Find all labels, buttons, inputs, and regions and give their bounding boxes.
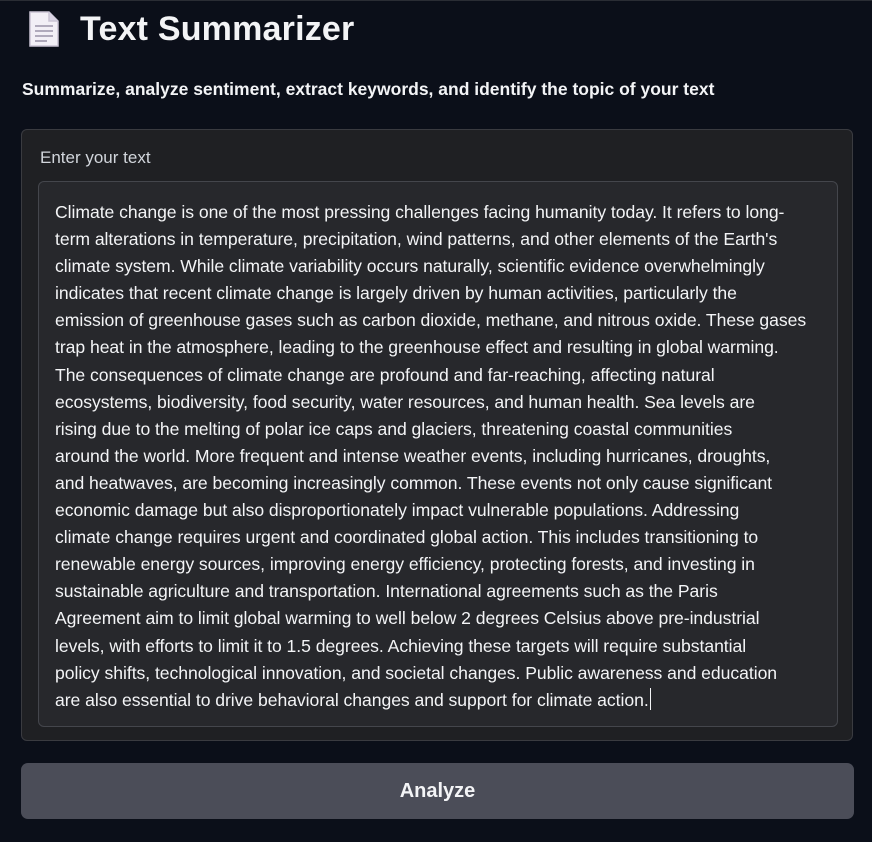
page-title: Text Summarizer: [80, 9, 355, 48]
analyze-button[interactable]: Analyze: [21, 763, 854, 819]
page-document-icon: [28, 10, 60, 48]
text-input-value: Climate change is one of the most pressi…: [55, 202, 807, 710]
page-subtitle: Summarize, analyze sentiment, extract ke…: [22, 79, 715, 99]
text-input-area[interactable]: Climate change is one of the most pressi…: [38, 181, 838, 727]
app-window: Text Summarizer Summarize, analyze senti…: [0, 0, 872, 842]
title-row: Text Summarizer: [28, 7, 354, 51]
text-cursor: [649, 687, 652, 710]
text-input-label: Enter your text: [40, 148, 151, 167]
text-input-panel: Enter your text Climate change is one of…: [21, 129, 853, 741]
